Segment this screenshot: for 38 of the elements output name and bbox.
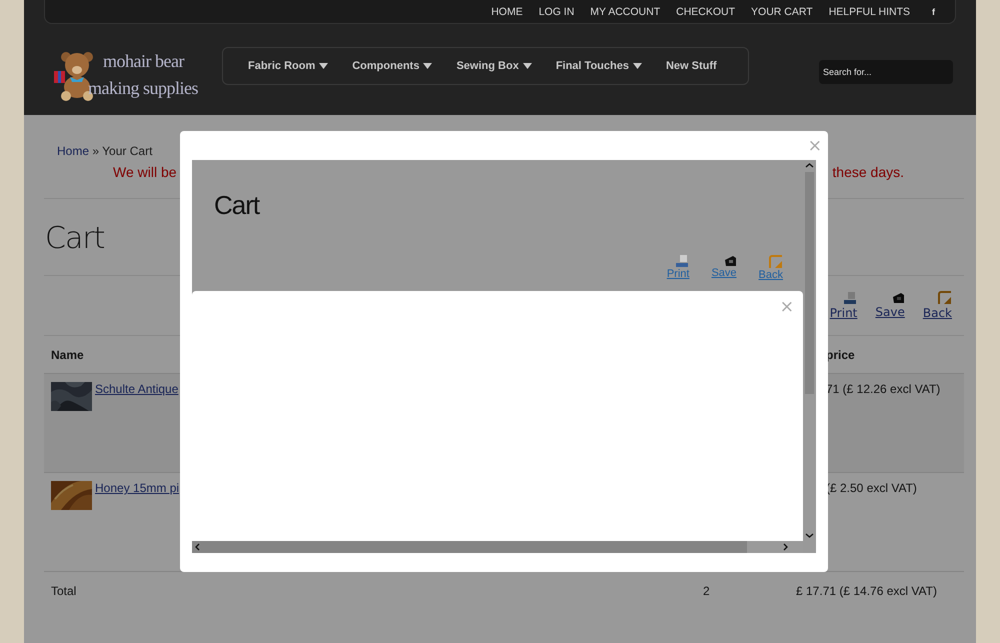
top-nav-link[interactable]: HELPFUL HINTS bbox=[828, 6, 910, 18]
product-link[interactable]: Honey 15mm pi bbox=[95, 481, 180, 495]
corner-icon bbox=[938, 291, 952, 305]
print-link[interactable]: Print bbox=[830, 292, 858, 320]
vertical-scrollbar[interactable] bbox=[803, 160, 816, 541]
table-cell-text: 71 (£ 12.26 excl VAT) bbox=[826, 382, 942, 396]
caret-icon bbox=[319, 63, 328, 69]
nav-menu-item[interactable]: New Stuff bbox=[666, 60, 717, 72]
notice-text: We will be bbox=[113, 164, 177, 180]
nav-menu-item[interactable]: Final Touches bbox=[556, 60, 642, 72]
top-nav-link[interactable]: HOME bbox=[491, 6, 523, 18]
printer-icon bbox=[675, 255, 690, 268]
search-field[interactable]: Search for... bbox=[819, 60, 953, 84]
caret-icon bbox=[632, 63, 642, 69]
page-title: Cart bbox=[45, 221, 104, 256]
back-link[interactable]: Back bbox=[922, 291, 952, 320]
column-header: Name bbox=[51, 348, 84, 362]
top-nav-link[interactable]: CHECKOUT bbox=[676, 6, 736, 18]
top-nav-link[interactable]: LOG IN bbox=[538, 6, 574, 18]
top-nav-link[interactable]: YOUR CART bbox=[751, 6, 813, 18]
facebook-link[interactable]: f bbox=[932, 6, 935, 16]
printer-icon bbox=[843, 292, 858, 304]
nav-menu-item[interactable]: Components bbox=[352, 60, 432, 72]
table-cell-text: £ 17.71 (£ 14.76 excl VAT) bbox=[796, 584, 938, 598]
caret-icon bbox=[522, 63, 532, 69]
top-nav-link[interactable]: MY ACCOUNT bbox=[590, 6, 660, 18]
product-link[interactable]: Schulte Antique bbox=[95, 382, 178, 396]
save-link[interactable]: Save bbox=[875, 292, 905, 319]
corner-icon bbox=[769, 255, 783, 269]
caret-icon bbox=[423, 63, 432, 69]
breadcrumb-link[interactable]: Home bbox=[57, 144, 90, 158]
nav-menu-item[interactable]: Sewing Box bbox=[456, 60, 532, 72]
table-cell-text: 2 bbox=[703, 584, 711, 598]
frame-title: Cart bbox=[214, 190, 261, 221]
logo-text: mohair bear bbox=[103, 51, 186, 72]
notice-text: these days. bbox=[832, 164, 904, 180]
nav-menu-item[interactable]: Fabric Room bbox=[248, 60, 328, 72]
total-label: Total bbox=[51, 584, 76, 598]
